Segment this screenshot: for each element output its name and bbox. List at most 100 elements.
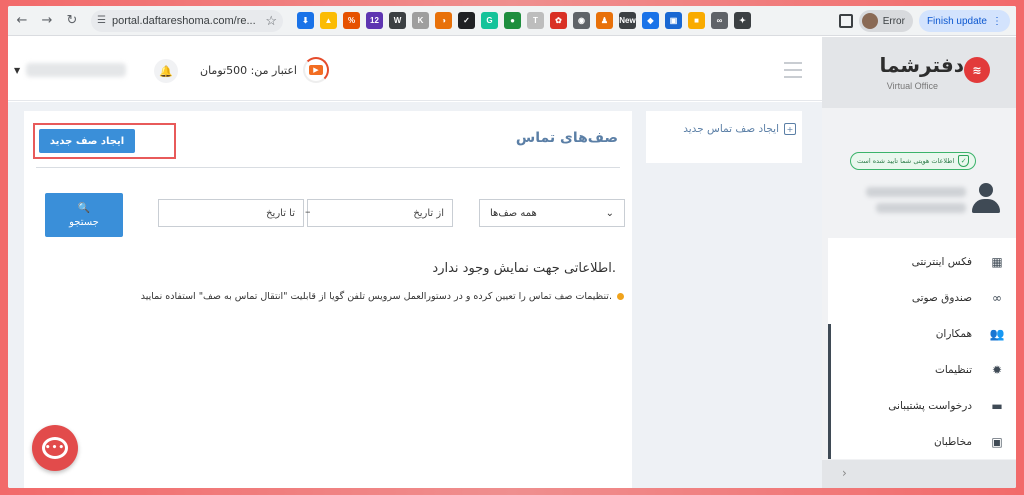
badge-ext-icon[interactable]: 12 [366, 12, 383, 29]
sidebar-item-contacts[interactable]: مخاطبان ▣ [828, 424, 1016, 460]
sidebar-item-label: تنظیمات [934, 364, 972, 376]
drive-ext-icon[interactable]: ▲ [320, 12, 337, 29]
date-separator: – [305, 205, 311, 218]
sidebar-item-colleagues[interactable]: همکاران 👥 [828, 316, 1016, 352]
url-text: portal.daftareshoma.com/re... [111, 14, 256, 27]
sidebar-item-label: صندوق صوتی [911, 292, 972, 304]
side-panel-icon[interactable] [838, 14, 853, 28]
check-ext-icon[interactable]: ✓ [458, 12, 475, 29]
create-queue-link[interactable]: ایجاد صف تماس جدید + [683, 123, 796, 135]
sidebar: دفترشما Virtual Office ≋ اطلاعات هویتی ش… [822, 37, 1016, 488]
reload-icon[interactable]: ↻ [61, 10, 83, 32]
sidebar-footer: › [822, 460, 1016, 488]
avatar [972, 183, 1000, 217]
chat-icon: ••• [42, 437, 68, 459]
to-date-field[interactable]: تا تاریخ [158, 199, 304, 227]
hint-text: تنظیمات صف تماس را تعیین کرده و در دستور… [141, 291, 624, 302]
ticket-icon: ▬ [991, 399, 1003, 413]
search-button-label: جستجو [69, 216, 99, 228]
profile-error-button[interactable]: Error [858, 10, 913, 32]
dot-ext-icon[interactable]: ● [504, 12, 521, 29]
fax-icon: ▦ [991, 255, 1003, 269]
bullet-icon [617, 293, 624, 300]
window-ext-icon[interactable]: ▣ [665, 12, 682, 29]
site-info-icon[interactable]: ☰ [97, 15, 106, 26]
chevron-down-icon: ▼ [14, 65, 21, 75]
link-ext-icon[interactable]: ∞ [711, 12, 728, 29]
square-ext-icon[interactable]: ■ [688, 12, 705, 29]
browser-toolbar: ← → ↻ ☰ portal.daftareshoma.com/re... ☆ … [8, 6, 1016, 36]
settings-icon: ✹ [991, 363, 1003, 377]
create-queue-link-label: ایجاد صف تماس جدید [683, 123, 779, 135]
user-dropdown[interactable]: ▼ [14, 55, 136, 85]
extensions-row: ⬇ ▲% 12 W K ◑ ✓ G ● T ✿ ◉ ♟ New ◆ ▣ ■ ∞ ✦ [297, 12, 751, 29]
grammarly-ext-icon[interactable]: G [481, 12, 498, 29]
chevron-right-icon[interactable]: › [842, 466, 847, 480]
logo-subtitle: Virtual Office [886, 81, 938, 91]
address-bar[interactable]: ☰ portal.daftareshoma.com/re... ☆ [91, 9, 283, 32]
shield-check-icon: ✓ [958, 155, 970, 167]
kebab-menu-icon: ⋮ [992, 15, 1002, 27]
finish-update-button[interactable]: Finish update ⋮ [918, 10, 1010, 32]
new-ext-icon[interactable]: New [619, 12, 636, 29]
queue-select[interactable]: همه صف‌ها ⌄ [479, 199, 625, 227]
half-circle-ext-icon[interactable]: ◑ [435, 12, 452, 29]
hamburger-menu-icon[interactable] [784, 62, 802, 83]
no-data-message: اطلاعاتی جهت نمایش وجود ندارد. [432, 261, 616, 276]
back-icon[interactable]: ← [11, 10, 33, 32]
credit-gauge-icon: ▶ [302, 57, 329, 83]
sidebar-item-ticket[interactable]: درخواست پشتیبانی ▬ [828, 388, 1016, 424]
logo-icon: ≋ [964, 57, 990, 83]
w-ext-icon[interactable]: W [389, 12, 406, 29]
create-queue-button[interactable]: ایجاد صف جدید [39, 129, 135, 153]
browser-window: ← → ↻ ☰ portal.daftareshoma.com/re... ☆ … [8, 6, 1016, 488]
figure-ext-icon[interactable]: ♟ [596, 12, 613, 29]
profile-avatar [861, 13, 878, 29]
logo-title: دفترشما [879, 53, 964, 77]
vpn-ext-icon[interactable]: % [343, 12, 360, 29]
voicemail-icon: ∞ [992, 291, 1002, 305]
puzzle-ext-icon[interactable]: ✦ [734, 12, 751, 29]
k-ext-icon[interactable]: K [412, 12, 429, 29]
add-queue-icon: + [784, 123, 796, 135]
from-date-field[interactable]: از تاریخ [307, 199, 453, 227]
sidebar-menu: فکس اینترنتی ▦ صندوق صوتی ∞ همکاران 👥 تنظیمات ✹… [828, 238, 1016, 459]
bookmark-star-icon[interactable]: ☆ [265, 13, 277, 29]
contacts-icon: ▣ [991, 435, 1003, 449]
sidebar-item-label: همکاران [935, 328, 972, 340]
logo-area[interactable]: دفترشما Virtual Office ≋ [822, 37, 1016, 108]
chevron-down-icon: ⌄ [605, 207, 614, 219]
tag-ext-icon[interactable]: ◆ [642, 12, 659, 29]
credit-text: اعتبار من: 500تومان [200, 63, 297, 77]
search-icon: 🔍 [77, 202, 91, 214]
sidebar-item-label: فکس اینترنتی [911, 256, 972, 268]
user-profile[interactable] [846, 183, 1006, 217]
user-info-blurred [876, 203, 966, 213]
user-name-blurred [866, 187, 966, 197]
color-wheel-ext-icon[interactable]: ✿ [550, 12, 567, 29]
sidebar-item-voicemail[interactable]: صندوق صوتی ∞ [828, 280, 1016, 316]
side-actions-card: ایجاد صف تماس جدید + [646, 111, 802, 163]
search-button[interactable]: 🔍 جستجو [45, 193, 123, 237]
divider [36, 167, 620, 168]
verified-badge: اطلاعات هویتی شما تایید شده است ✓ [850, 152, 977, 170]
sidebar-item-settings[interactable]: تنظیمات ✹ [828, 352, 1016, 388]
chat-bubble-button[interactable]: ••• [32, 425, 78, 471]
credit-display[interactable]: اعتبار من: 500تومان ▶ [200, 57, 329, 83]
profile-error-label: Error [882, 15, 905, 27]
verified-text: اطلاعات هویتی شما تایید شده است [857, 157, 955, 165]
colleagues-icon: 👥 [989, 327, 1005, 341]
forward-icon[interactable]: → [36, 10, 58, 32]
page-header: ▼ 🔔 اعتبار من: 500تومان ▶ [8, 37, 822, 101]
queue-select-value: همه صف‌ها [490, 207, 537, 219]
camera-ext-icon[interactable]: ◉ [573, 12, 590, 29]
browser-actions: Error Finish update ⋮ [838, 10, 1010, 32]
sidebar-item-fax[interactable]: فکس اینترنتی ▦ [828, 244, 1016, 280]
bell-icon[interactable]: 🔔 [154, 59, 178, 83]
download-ext-icon[interactable]: ⬇ [297, 12, 314, 29]
text-ext-icon[interactable]: T [527, 12, 544, 29]
page-title: صف‌های تماس [515, 130, 618, 146]
sidebar-item-label: درخواست پشتیبانی [888, 400, 972, 412]
hint-message: تنظیمات صف تماس را تعیین کرده و در دستور… [140, 291, 612, 302]
sidebar-item-label: مخاطبان [933, 436, 972, 448]
